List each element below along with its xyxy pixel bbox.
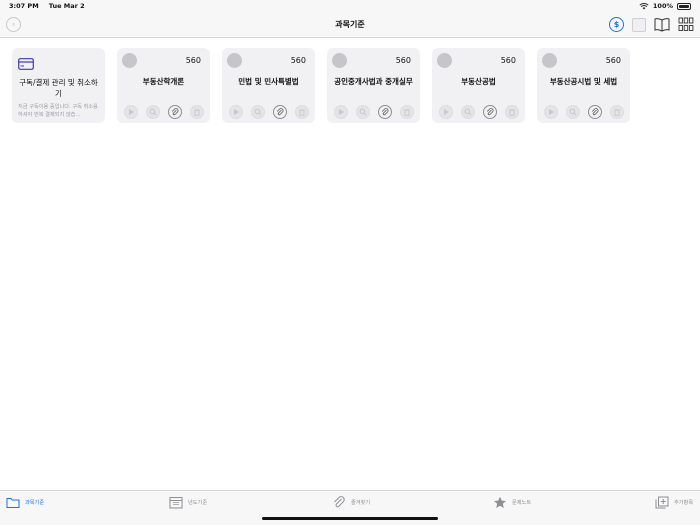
play-button[interactable] <box>439 105 453 119</box>
dollar-icon[interactable]: $ <box>609 17 624 32</box>
subject-name: 부동산공법 <box>461 77 496 86</box>
trash-icon <box>194 109 200 116</box>
search-button[interactable] <box>566 105 580 119</box>
subscription-card[interactable]: 구독/결제 관리 및 취소하기 지금 구독이용 중입니다. 구독 취소를 하셔야… <box>12 48 105 123</box>
search-button[interactable] <box>251 105 265 119</box>
navigation-bar: ‹ 과목기준 $ <box>0 12 700 38</box>
battery-percent: 100% <box>652 2 673 10</box>
subject-name: 부동산공시법 및 세법 <box>549 77 618 86</box>
subject-count: 560 <box>605 56 621 65</box>
battery-icon <box>677 2 691 10</box>
play-button[interactable] <box>334 105 348 119</box>
tab-label: 추가항목 <box>674 500 694 506</box>
subject-cards: 구독/결제 관리 및 취소하기 지금 구독이용 중입니다. 구독 취소를 하셔야… <box>12 48 630 123</box>
subject-count: 560 <box>290 56 306 65</box>
play-button[interactable] <box>544 105 558 119</box>
subject-status-dot <box>542 53 557 68</box>
subject-name: 공인중개사법과 중개실무 <box>334 77 413 86</box>
paperclip-icon <box>381 108 389 116</box>
add-square-icon <box>655 496 669 509</box>
tab-label: 년도기준 <box>188 500 208 506</box>
subject-count: 560 <box>500 56 516 65</box>
search-icon <box>359 108 367 116</box>
paperclip-icon <box>171 108 179 116</box>
trash-icon <box>404 109 410 116</box>
play-icon <box>444 109 449 115</box>
attachment-button[interactable] <box>483 105 497 119</box>
subject-status-dot <box>227 53 242 68</box>
star-icon <box>494 496 506 508</box>
search-button[interactable] <box>146 105 160 119</box>
delete-button[interactable] <box>190 105 204 119</box>
page-title: 과목기준 <box>335 20 365 29</box>
trash-icon <box>614 109 620 116</box>
tab-label: 문제노트 <box>512 500 532 506</box>
tab-label: 과목기준 <box>25 500 45 506</box>
book-icon[interactable] <box>654 17 670 32</box>
paperclip-icon <box>591 108 599 116</box>
dollar-symbol: $ <box>613 20 620 29</box>
subject-status-dot <box>332 53 347 68</box>
delete-button[interactable] <box>400 105 414 119</box>
subject-card[interactable]: 560 부동산공시법 및 세법 <box>537 48 630 123</box>
tab-year[interactable]: 년도기준 <box>169 496 207 509</box>
folder-icon <box>6 498 20 508</box>
trash-icon <box>299 109 305 116</box>
play-icon <box>234 109 239 115</box>
grid-icon[interactable] <box>678 17 694 32</box>
subject-count: 560 <box>395 56 411 65</box>
subscription-title: 구독/결제 관리 및 취소하기 <box>19 78 98 98</box>
status-bar: 3:07 PM Tue Mar 2 100% <box>0 0 700 12</box>
tab-favorites[interactable]: 즐겨찾기 <box>332 496 370 509</box>
subject-card[interactable]: 560 민법 및 민사특별법 <box>222 48 315 123</box>
tab-subject[interactable]: 과목기준 <box>6 496 44 509</box>
status-date: Tue Mar 2 <box>48 2 85 10</box>
search-icon <box>569 108 577 116</box>
subject-status-dot <box>437 53 452 68</box>
trash-icon <box>509 109 515 116</box>
play-button[interactable] <box>229 105 243 119</box>
play-icon <box>129 109 134 115</box>
subject-card[interactable]: 560 부동산공법 <box>432 48 525 123</box>
home-indicator[interactable] <box>262 517 438 520</box>
paperclip-icon <box>334 496 345 508</box>
wifi-icon <box>639 2 649 9</box>
subject-name: 부동산학개론 <box>142 77 185 86</box>
attachment-button[interactable] <box>168 105 182 119</box>
search-button[interactable] <box>356 105 370 119</box>
search-icon <box>149 108 157 116</box>
delete-button[interactable] <box>295 105 309 119</box>
play-button[interactable] <box>124 105 138 119</box>
subject-card[interactable]: 560 공인중개사법과 중개실무 <box>327 48 420 123</box>
paperclip-icon <box>276 108 284 116</box>
subject-status-dot <box>122 53 137 68</box>
tab-label: 즐겨찾기 <box>351 500 371 506</box>
paperclip-icon <box>486 108 494 116</box>
subject-count: 560 <box>185 56 201 65</box>
search-icon <box>254 108 262 116</box>
tab-extra[interactable]: 추가항목 <box>655 496 693 509</box>
subscription-description: 지금 구독이용 중입니다. 구독 취소를 하셔야 번복 결제되지 않습... <box>18 103 98 118</box>
attachment-button[interactable] <box>378 105 392 119</box>
subject-card[interactable]: 560 부동산학개론 <box>117 48 210 123</box>
credit-card-icon <box>18 58 34 70</box>
play-icon <box>339 109 344 115</box>
calendar-icon <box>169 497 183 509</box>
play-icon <box>549 109 554 115</box>
tab-notes[interactable]: 문제노트 <box>493 496 531 509</box>
attachment-button[interactable] <box>273 105 287 119</box>
attachment-button[interactable] <box>588 105 602 119</box>
status-time: 3:07 PM <box>9 2 39 10</box>
delete-button[interactable] <box>610 105 624 119</box>
square-icon[interactable] <box>632 17 646 32</box>
search-button[interactable] <box>461 105 475 119</box>
delete-button[interactable] <box>505 105 519 119</box>
search-icon <box>464 108 472 116</box>
subject-name: 민법 및 민사특별법 <box>238 77 299 86</box>
